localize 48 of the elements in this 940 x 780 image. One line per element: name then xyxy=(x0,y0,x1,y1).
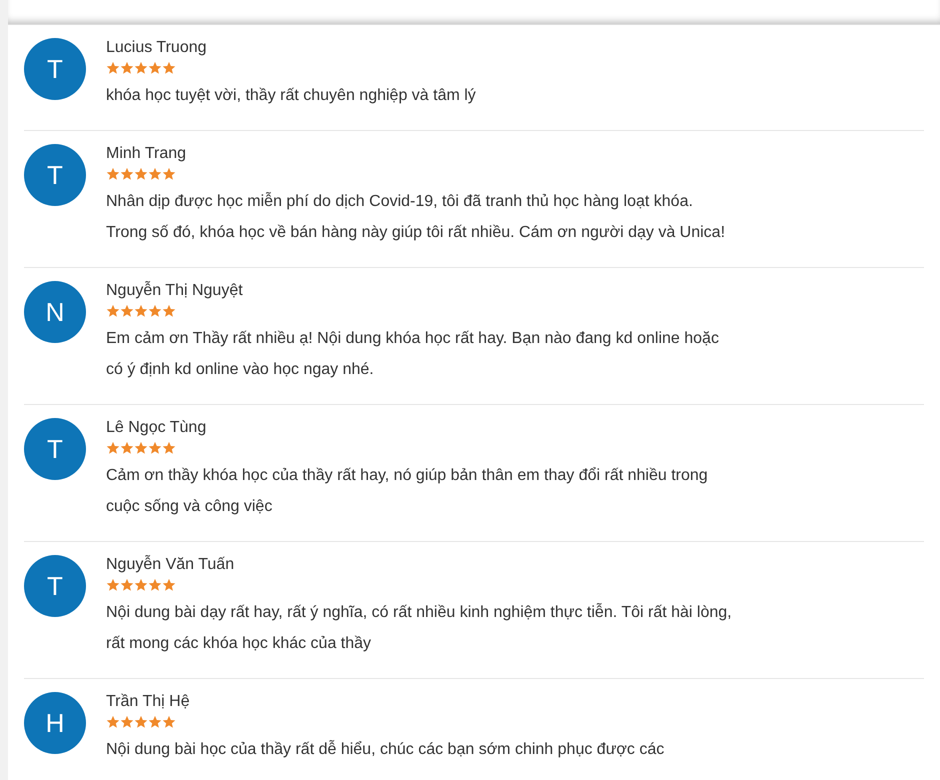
star-icon xyxy=(106,715,120,729)
star-icon xyxy=(148,167,162,181)
star-icon xyxy=(106,578,120,592)
star-icon xyxy=(162,304,176,318)
star-icon xyxy=(134,441,148,455)
star-icon xyxy=(148,715,162,729)
star-icon xyxy=(134,61,148,75)
star-icon xyxy=(148,578,162,592)
star-icon xyxy=(106,61,120,75)
avatar: H xyxy=(24,692,86,754)
review-text: Nội dung bài dạy rất hay, rất ý nghĩa, có rất nhiều kinh nghiệm thực tiễn. Tôi rất hài lòng, rất mong các khóa học khác của thầy xyxy=(106,602,733,654)
star-icon xyxy=(148,304,162,318)
review-text: Cảm ơn thầy khóa học của thầy rất hay, nó giúp bản thân em thay đổi rất nhiều trong cuộc sống và công việc xyxy=(106,466,709,517)
star-icon xyxy=(148,61,162,75)
star-icon xyxy=(134,578,148,592)
avatar: T xyxy=(24,555,86,617)
star-icon xyxy=(106,441,120,455)
star-icon xyxy=(120,167,134,181)
avatar: T xyxy=(24,38,86,100)
reviewer-name: Nguyễn Thị Nguyệt xyxy=(106,280,244,301)
avatar: N xyxy=(24,281,86,343)
avatar: T xyxy=(24,418,86,480)
star-icon xyxy=(120,578,134,592)
star-icon xyxy=(134,715,148,729)
reviewer-name: Minh Trang xyxy=(106,144,188,164)
star-icon xyxy=(134,304,148,318)
star-icon xyxy=(162,715,176,729)
avatar: T xyxy=(24,144,86,206)
star-icon xyxy=(106,304,120,318)
reviewer-name: Lucius Truong xyxy=(106,38,208,58)
star-icon xyxy=(134,167,148,181)
star-icon xyxy=(120,441,134,455)
star-icon xyxy=(120,61,134,75)
reviewer-name: Nguyễn Văn Tuấn xyxy=(106,554,236,575)
review-text: Nội dung bài học của thầy rất dễ hiểu, chúc các bạn sớm chinh phục được các xyxy=(106,739,664,760)
review-text: khóa học tuyệt vời, thầy rất chuyên nghiệp và tâm lý xyxy=(106,86,476,106)
star-icon xyxy=(106,167,120,181)
star-icon xyxy=(162,61,176,75)
star-icon xyxy=(148,441,162,455)
review-text: Em cảm ơn Thầy rất nhiều ạ! Nội dung khóa học rất hay. Bạn nào đang kd online hoặc có ý định kd online vào học ngay nhé. xyxy=(106,329,720,380)
star-icon xyxy=(162,441,176,455)
star-icon xyxy=(120,715,134,729)
reviewer-name: Lê Ngọc Tùng xyxy=(106,418,208,438)
star-icon xyxy=(162,578,176,592)
review-text: Nhân dịp được học miễn phí do dịch Covid-19, tôi đã tranh thủ học hàng loạt khóa. Trong số đó, khóa học về bán hàng này giúp tôi rất nhiều. Cám ơn người dạy và Unica! xyxy=(106,191,726,243)
star-icon xyxy=(162,167,176,181)
star-icon xyxy=(120,304,134,318)
reviewer-name: Trần Thị Hệ xyxy=(106,692,191,712)
